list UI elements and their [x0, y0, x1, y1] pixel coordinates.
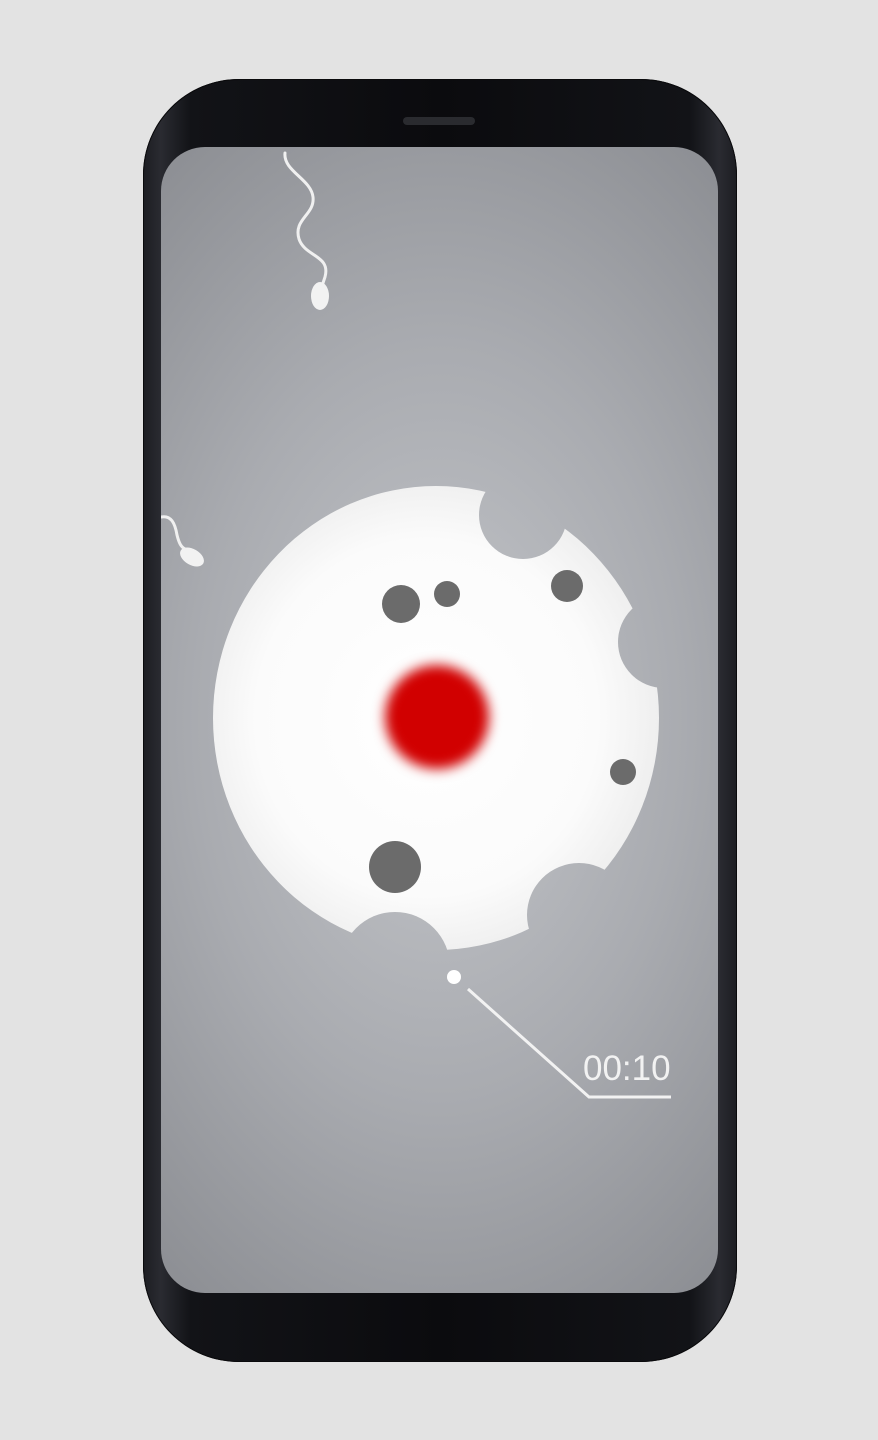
- sperm-icon: [161, 515, 204, 567]
- nucleus: [385, 665, 489, 769]
- phone-speaker: [403, 117, 475, 125]
- cell-spot: [434, 581, 460, 607]
- app-stage: 00:10: [0, 0, 878, 1440]
- cell-spot: [610, 759, 636, 785]
- egg-cell[interactable]: [213, 486, 659, 950]
- cell-spot: [382, 585, 420, 623]
- sperm-icon: [283, 151, 329, 310]
- cell-spot: [369, 841, 421, 893]
- game-canvas[interactable]: [161, 147, 718, 1293]
- timer-text: 00:10: [583, 1049, 671, 1088]
- game-screen[interactable]: 00:10: [161, 147, 718, 1293]
- cell-spot: [551, 570, 583, 602]
- launcher-dot[interactable]: [447, 970, 461, 984]
